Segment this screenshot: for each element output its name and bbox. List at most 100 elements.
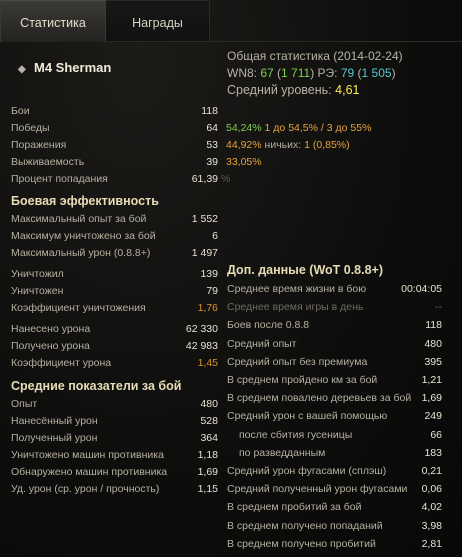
stat-label: Опыт: [11, 398, 38, 410]
tab-bar: Статистика Награды: [0, 0, 462, 42]
extra-value: 1,69: [421, 392, 442, 404]
extra-value: --: [435, 301, 442, 313]
extra-row: Средний урон с вашей помощью 249: [227, 408, 442, 425]
stat-label: Уничтожил: [11, 268, 64, 280]
tab-statistics[interactable]: Статистика: [0, 0, 106, 42]
extra-value: 183: [424, 447, 442, 459]
stat-row-dmg-dealt: Нанесено урона 62 330: [11, 321, 218, 338]
stat-row-hit-pct: Процент попадания 61,39: [11, 171, 218, 188]
wins-tail-5: 55%: [350, 122, 372, 134]
extra-label: после сбития гусеницы: [239, 429, 353, 441]
extra-value: 0,21: [421, 465, 442, 477]
section-title-averages: Средние показатели за бой: [11, 379, 182, 393]
stat-row-losses: Поражения 53: [11, 137, 218, 154]
extra-row: Среднее время игры в день --: [227, 299, 442, 316]
extra-row: после сбития гусеницы 66: [227, 427, 442, 444]
extra-label: В среднем пройдено км за бой: [227, 374, 378, 386]
stat-label: Нанесённый урон: [11, 415, 98, 427]
stat-row-max-frags: Максимум уничтожено за бой 6: [11, 228, 218, 245]
stat-value: 79: [206, 285, 218, 297]
stat-label: Коэффициент урона: [11, 357, 112, 369]
stat-label: Максимальный урон (0.8.8+): [11, 247, 151, 259]
general-stats-title: Общая статистика (2014-02-24): [227, 49, 403, 63]
stat-label: Обнаружено машин противника: [11, 466, 168, 478]
extra-value: 2,81: [421, 538, 442, 550]
hit-pct-unit: %: [221, 173, 231, 185]
extra-row: по разведданным 183: [227, 445, 442, 462]
extra-value: 0,06: [421, 483, 442, 495]
avg-row: Обнаружено машин противника 1,69: [11, 464, 218, 481]
tab-awards[interactable]: Награды: [106, 0, 210, 42]
stat-label: Коэффициент уничтожения: [11, 302, 146, 314]
extra-row: Средний урон фугасами (сплэш) 0,21: [227, 463, 442, 480]
extra-value: 3,98: [421, 520, 442, 532]
extra-value: 118: [425, 319, 442, 331]
extra-label: Средний урон с вашей помощью: [227, 410, 388, 422]
extra-row: В среднем повалено деревьев за бой 1,69: [227, 390, 442, 407]
stat-row-survival: Выживаемость 39: [11, 154, 218, 171]
stat-label: Уничтожено машин противника: [11, 449, 164, 461]
wn8-label: WN8:: [227, 66, 257, 80]
stat-label: Процент попадания: [11, 173, 108, 185]
rating-line: WN8: 67 (1 711) РЭ: 79 (1 505): [227, 66, 396, 80]
avg-row: Уд. урон (ср. урон / прочность) 1,15: [11, 481, 218, 498]
stat-row-wins: Победы 64: [11, 120, 218, 137]
stat-value: 364: [200, 432, 218, 444]
wins-tail-2: 54,5%: [288, 122, 318, 134]
stat-row-kd: Коэффициент уничтожения 1,76: [11, 300, 218, 317]
re-label: РЭ:: [317, 66, 338, 80]
stat-row-dmg-recv: Получено урона 42 983: [11, 338, 218, 355]
extra-value: 480: [424, 338, 442, 350]
stat-value: 139: [200, 268, 218, 280]
stat-row-dmg-ratio: Коэффициент урона 1,45: [11, 355, 218, 372]
extra-value: 00:04:05: [401, 283, 442, 295]
tab-divider: [106, 41, 462, 42]
extra-label: В среднем пробитий за бой: [227, 501, 362, 513]
losses-detail: 44,92% ничьих: 1 (0,85%): [226, 137, 350, 154]
extra-label: Средний полученный урон фугасами: [227, 483, 408, 495]
stat-value: 61,39: [191, 173, 218, 185]
extra-value: 1,21: [421, 374, 442, 386]
extra-label: В среднем получено пробитий: [227, 538, 376, 550]
extra-value: 395: [424, 356, 442, 368]
stat-label: Уничтожен: [11, 285, 64, 297]
tank-name-text: M4 Sherman: [34, 60, 112, 75]
avg-row: Опыт 480: [11, 396, 218, 413]
tank-class-icon: ◆: [18, 64, 26, 75]
stat-value: 39: [206, 156, 218, 168]
wins-detail: 54,24% 1 до 54,5% / 3 до 55%: [226, 120, 371, 137]
stat-label: Максимум уничтожено за бой: [11, 230, 156, 242]
statistics-window: Статистика Награды ◆ M4 Sherman Общая ста…: [0, 0, 462, 557]
stat-label: Поражения: [11, 139, 67, 151]
losses-pct: 44,92%: [226, 139, 262, 151]
tank-name: ◆ M4 Sherman: [18, 60, 111, 75]
section-title-combat: Боевая эффективность: [11, 194, 159, 208]
stat-value: 528: [200, 415, 218, 427]
stat-value: 1,45: [197, 357, 218, 369]
extra-label: В среднем получено попаданий: [227, 520, 383, 532]
stat-row-deaths: Уничтожен 79: [11, 283, 218, 300]
extra-label: Боев после 0.8.8: [227, 319, 310, 331]
wins-tail-4: 3 до: [326, 122, 348, 134]
avg-row: Уничтожено машин противника 1,18: [11, 447, 218, 464]
survival-pct: 33,05%: [226, 156, 262, 168]
extra-label: Среднее время игры в день: [227, 301, 364, 313]
stat-value: 480: [200, 398, 218, 410]
extra-row: Средний полученный урон фугасами 0,06: [227, 481, 442, 498]
stat-label: Максимальный опыт за бой: [11, 213, 147, 225]
avg-level-value: 4,61: [335, 83, 360, 97]
stat-value: 1 552: [191, 213, 218, 225]
stat-label: Полученный урон: [11, 432, 98, 444]
extra-row: Средний опыт 480: [227, 336, 442, 353]
wins-tail-1: 1 до: [264, 122, 286, 134]
stat-label: Уд. урон (ср. урон / прочность): [11, 483, 160, 495]
stat-value: 6: [212, 230, 218, 242]
draws-label: ничьих:: [264, 139, 302, 151]
extra-row: Средний опыт без премиума 395: [227, 354, 442, 371]
wins-pct: 54,24%: [226, 122, 262, 134]
avg-level-label: Средний уровень:: [227, 83, 332, 97]
stat-value: 62 330: [185, 323, 218, 335]
stat-value: 42 983: [185, 340, 218, 352]
stat-label: Получено урона: [11, 340, 90, 352]
stat-value: 1,18: [197, 449, 218, 461]
